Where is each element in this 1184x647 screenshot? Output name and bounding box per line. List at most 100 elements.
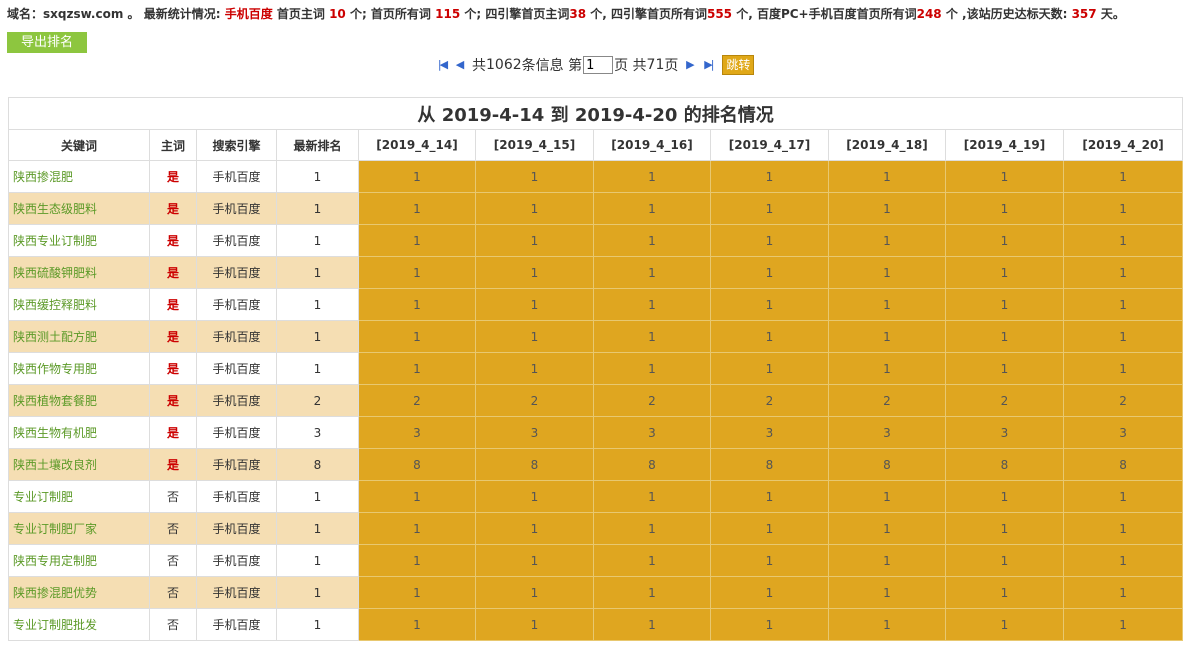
jump-button[interactable]: 跳转 <box>722 55 755 75</box>
keyword-link[interactable]: 陕西缓控释肥料 <box>8 288 150 321</box>
pager-mid: 页 共 <box>614 58 647 74</box>
daily-rank-cell: 1 <box>358 576 476 609</box>
daily-rank-cell: 1 <box>593 352 711 385</box>
export-ranking-button[interactable]: 导出排名 <box>7 32 87 53</box>
keyword-link[interactable]: 陕西生物有机肥 <box>8 416 150 449</box>
date-column-header: [2019_4_16] <box>593 129 711 161</box>
daily-rank-cell: 3 <box>593 416 711 449</box>
latest-rank-cell: 1 <box>276 256 359 289</box>
daily-rank-cell: 2 <box>828 384 946 417</box>
keyword-link[interactable]: 陕西掺混肥优势 <box>8 576 150 609</box>
table-row: 专业订制肥否手机百度 1 1 1 1 1 1 1 1 <box>8 480 1184 513</box>
pagination: 共 1062 条信息 第 页 共 71 页 跳转 <box>436 54 755 76</box>
engine-name: 手机百度 <box>224 7 273 21</box>
daily-rank-cell: 1 <box>475 544 594 577</box>
total-records: 1062 <box>486 57 522 73</box>
four-engine-all-count: 555 <box>706 7 733 21</box>
table-row: 陕西掺混肥是手机百度 1 1 1 1 1 1 1 1 <box>8 160 1184 193</box>
stats-text: 首页主词 <box>272 7 330 21</box>
page-number-input[interactable] <box>583 56 614 74</box>
main-keyword-flag: 是 <box>149 416 197 449</box>
daily-rank-cell: 1 <box>358 352 476 385</box>
daily-rank-cell: 8 <box>1062 448 1184 481</box>
latest-rank-cell: 1 <box>276 576 359 609</box>
stats-text: 个, 四引擎首页所有词 <box>586 7 707 21</box>
table-row: 专业订制肥厂家否手机百度 1 1 1 1 1 1 1 1 <box>8 512 1184 545</box>
main-keyword-flag: 是 <box>149 320 197 353</box>
search-engine-cell: 手机百度 <box>196 160 277 193</box>
stats-text: 天。 <box>1096 7 1125 21</box>
main-keyword-flag: 否 <box>149 608 197 641</box>
keyword-link[interactable]: 陕西硫酸钾肥料 <box>8 256 150 289</box>
daily-rank-cell: 1 <box>1062 544 1184 577</box>
keyword-link[interactable]: 专业订制肥批发 <box>8 608 150 641</box>
daily-rank-cell: 3 <box>710 416 829 449</box>
daily-rank-cell: 1 <box>358 256 476 289</box>
next-page-icon[interactable] <box>684 58 696 72</box>
search-engine-cell: 手机百度 <box>196 352 277 385</box>
daily-rank-cell: 2 <box>593 384 711 417</box>
daily-rank-cell: 1 <box>358 480 476 513</box>
stats-text: 个 ,该站历史达标天数: <box>941 7 1072 21</box>
daily-rank-cell: 1 <box>1062 224 1184 257</box>
latest-rank-cell: 1 <box>276 512 359 545</box>
latest-rank-cell: 3 <box>276 416 359 449</box>
daily-rank-cell: 3 <box>358 416 476 449</box>
daily-rank-cell: 1 <box>358 224 476 257</box>
daily-rank-cell: 2 <box>1062 384 1184 417</box>
daily-rank-cell: 8 <box>593 448 711 481</box>
daily-rank-cell: 2 <box>710 384 829 417</box>
search-engine-cell: 手机百度 <box>196 544 277 577</box>
daily-rank-cell: 1 <box>828 608 946 641</box>
daily-rank-cell: 1 <box>593 608 711 641</box>
daily-rank-cell: 8 <box>945 448 1064 481</box>
daily-rank-cell: 1 <box>710 256 829 289</box>
keyword-link[interactable]: 专业订制肥厂家 <box>8 512 150 545</box>
last-page-icon[interactable] <box>702 58 714 72</box>
daily-rank-cell: 1 <box>358 160 476 193</box>
prev-page-icon[interactable] <box>454 58 466 72</box>
latest-rank-cell: 1 <box>276 544 359 577</box>
daily-rank-cell: 1 <box>593 320 711 353</box>
search-engine-cell: 手机百度 <box>196 576 277 609</box>
keyword-link[interactable]: 陕西测土配方肥 <box>8 320 150 353</box>
domain-label: 域名： <box>7 7 44 21</box>
daily-rank-cell: 1 <box>828 224 946 257</box>
daily-rank-cell: 1 <box>945 352 1064 385</box>
daily-rank-cell: 1 <box>475 320 594 353</box>
daily-rank-cell: 1 <box>945 192 1064 225</box>
keyword-link[interactable]: 陕西专用定制肥 <box>8 544 150 577</box>
daily-rank-cell: 1 <box>828 192 946 225</box>
daily-rank-cell: 1 <box>1062 608 1184 641</box>
keyword-link[interactable]: 陕西生态级肥料 <box>8 192 150 225</box>
daily-rank-cell: 1 <box>593 512 711 545</box>
main-keyword-flag: 否 <box>149 544 197 577</box>
main-keyword-flag: 是 <box>149 352 197 385</box>
daily-rank-cell: 1 <box>710 480 829 513</box>
column-header: 最新排名 <box>276 129 359 161</box>
search-engine-cell: 手机百度 <box>196 288 277 321</box>
stats-text: 个, 百度PC+手机百度首页所有词 <box>732 7 917 21</box>
search-engine-cell: 手机百度 <box>196 384 277 417</box>
keyword-link[interactable]: 陕西植物套餐肥 <box>8 384 150 417</box>
daily-rank-cell: 1 <box>475 512 594 545</box>
latest-rank-cell: 1 <box>276 288 359 321</box>
daily-rank-cell: 1 <box>710 576 829 609</box>
daily-rank-cell: 3 <box>1062 416 1184 449</box>
first-page-icon[interactable] <box>436 58 448 72</box>
domain-value: sxqzsw.com <box>43 7 124 21</box>
table-row: 陕西土壤改良剂是手机百度 8 8 8 8 8 8 8 8 <box>8 448 1184 481</box>
daily-rank-cell: 8 <box>710 448 829 481</box>
keyword-link[interactable]: 专业订制肥 <box>8 480 150 513</box>
search-engine-cell: 手机百度 <box>196 608 277 641</box>
history-days-count: 357 <box>1071 7 1097 21</box>
main-keyword-flag: 是 <box>149 288 197 321</box>
daily-rank-cell: 1 <box>710 512 829 545</box>
daily-rank-cell: 1 <box>1062 576 1184 609</box>
keyword-link[interactable]: 陕西掺混肥 <box>8 160 150 193</box>
keyword-link[interactable]: 陕西专业订制肥 <box>8 224 150 257</box>
table-row: 陕西植物套餐肥是手机百度 2 2 2 2 2 2 2 2 <box>8 384 1184 417</box>
keyword-link[interactable]: 陕西土壤改良剂 <box>8 448 150 481</box>
daily-rank-cell: 1 <box>710 224 829 257</box>
keyword-link[interactable]: 陕西作物专用肥 <box>8 352 150 385</box>
